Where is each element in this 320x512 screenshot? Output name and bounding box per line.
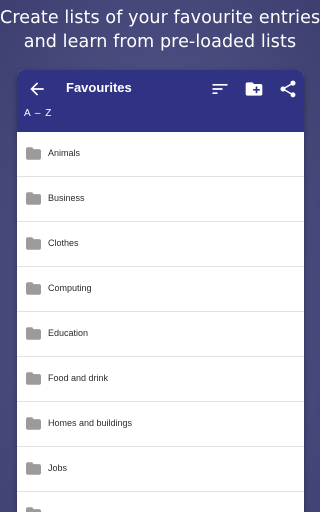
- sort-order-label: A – Z: [24, 108, 53, 119]
- folder-icon: [26, 192, 41, 205]
- share-icon: [280, 80, 296, 98]
- folder-icon: [26, 237, 41, 250]
- list-item-label: Homes and buildings: [48, 418, 133, 428]
- promo-caption: Create lists of your favourite entries a…: [0, 6, 320, 54]
- list-item-label: Animals: [48, 148, 81, 158]
- folder-icon: [26, 327, 41, 340]
- new-folder-button[interactable]: [244, 79, 264, 99]
- list-item-label: Computing: [48, 283, 92, 293]
- sort-icon: [212, 84, 228, 94]
- folder-icon: [26, 507, 41, 512]
- list-item[interactable]: Business: [17, 177, 304, 222]
- share-button[interactable]: [278, 79, 298, 99]
- back-button[interactable]: [27, 79, 47, 99]
- list-item[interactable]: Jobs: [17, 447, 304, 492]
- favourites-list: Animals Business Clothes Computing Educa…: [17, 132, 304, 512]
- list-item[interactable]: Food and drink: [17, 357, 304, 402]
- promo-line-2: and learn from pre-loaded lists: [23, 32, 297, 52]
- list-item[interactable]: Computing: [17, 267, 304, 312]
- list-item[interactable]: Homes and buildings: [17, 402, 304, 447]
- folder-icon: [26, 147, 41, 160]
- arrow-back-icon: [30, 82, 44, 96]
- list-item-label: Food and drink: [48, 373, 109, 383]
- list-item-label: Clothes: [48, 238, 79, 248]
- list-item-label: Business: [48, 193, 85, 203]
- list-item[interactable]: Education: [17, 312, 304, 357]
- create-new-folder-icon: [245, 82, 263, 96]
- folder-icon: [26, 462, 41, 475]
- folder-icon: [26, 282, 41, 295]
- app-screen: Favourites A – Z Animals Business Clothe…: [17, 70, 304, 512]
- list-item[interactable]: [17, 492, 304, 512]
- promo-line-1: Create lists of your favourite entries: [0, 8, 320, 28]
- list-item-label: Education: [48, 328, 89, 338]
- list-item-label: Jobs: [48, 463, 68, 473]
- list-item[interactable]: Animals: [17, 132, 304, 177]
- app-bar: Favourites A – Z: [17, 70, 304, 132]
- sort-button[interactable]: [210, 79, 230, 99]
- list-item[interactable]: Clothes: [17, 222, 304, 267]
- folder-icon: [26, 372, 41, 385]
- folder-icon: [26, 417, 41, 430]
- page-title: Favourites: [66, 80, 132, 95]
